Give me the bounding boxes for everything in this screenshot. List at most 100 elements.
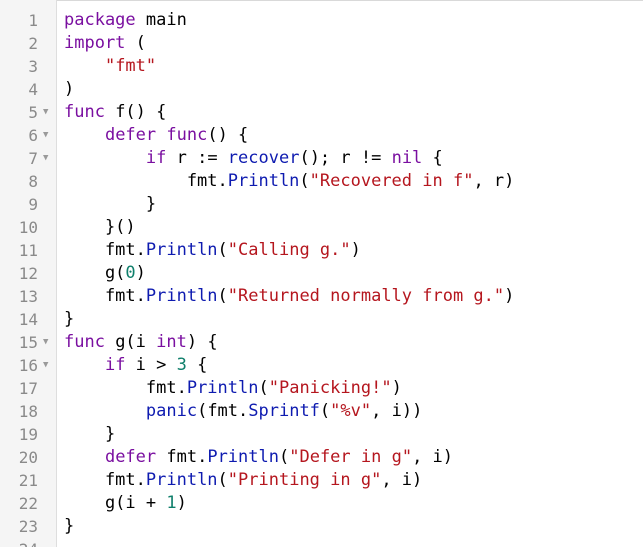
fold-triangle-icon[interactable]: ▼ bbox=[43, 354, 48, 377]
code-token: ) bbox=[504, 286, 515, 306]
code-token: Println bbox=[227, 171, 300, 191]
code-line[interactable]: 22 g(i + 1) bbox=[0, 492, 643, 515]
code-line[interactable]: 16 ▼ if i > 3 { bbox=[0, 354, 643, 377]
code-line[interactable]: 15 ▼ func g(i int) { bbox=[0, 331, 643, 354]
code-token: func bbox=[166, 125, 208, 145]
code-text[interactable]: ) bbox=[64, 78, 74, 101]
code-token: i > bbox=[125, 355, 177, 375]
code-token: } bbox=[64, 194, 157, 214]
code-line[interactable]: 18 panic(fmt.Sprintf("%v", i)) bbox=[0, 400, 643, 423]
code-token: Println bbox=[207, 447, 279, 467]
code-text[interactable]: import ( bbox=[64, 32, 146, 55]
code-text[interactable]: if i > 3 { bbox=[64, 354, 207, 377]
code-token: ) bbox=[135, 263, 146, 283]
code-line[interactable]: 5 ▼ func f() { bbox=[0, 101, 643, 124]
code-token: panic bbox=[145, 401, 198, 421]
code-text[interactable]: package main bbox=[64, 9, 187, 32]
code-line[interactable]: 17 fmt.Println("Panicking!") bbox=[0, 377, 643, 400]
code-token: "Returned normally from g." bbox=[227, 286, 505, 306]
code-line[interactable]: 24 bbox=[0, 538, 643, 547]
code-token: , i) bbox=[412, 447, 454, 467]
code-text[interactable]: panic(fmt.Sprintf("%v", i)) bbox=[64, 400, 422, 423]
code-line[interactable]: 20 defer fmt.Println("Defer in g", i) bbox=[0, 446, 643, 469]
code-text[interactable]: } bbox=[64, 193, 156, 216]
code-text[interactable]: defer func() { bbox=[64, 124, 248, 147]
code-text[interactable]: } bbox=[64, 515, 74, 538]
line-number: 13 bbox=[18, 287, 38, 306]
line-number: 22 bbox=[18, 494, 38, 513]
code-token: Println bbox=[145, 286, 218, 306]
code-text[interactable]: fmt.Println("Calling g.") bbox=[64, 239, 361, 262]
code-text[interactable]: fmt.Println("Recovered in f", r) bbox=[64, 170, 515, 193]
code-line[interactable]: 13 fmt.Println("Returned normally from g… bbox=[0, 285, 643, 308]
code-token: ( bbox=[217, 286, 228, 306]
code-token: ( bbox=[299, 171, 310, 191]
line-number: 19 bbox=[18, 425, 38, 444]
code-token: ( bbox=[217, 240, 228, 260]
code-token: "Recovered in f" bbox=[309, 171, 474, 191]
code-token: ) bbox=[350, 240, 361, 260]
code-text[interactable]: fmt.Println("Returned normally from g.") bbox=[64, 285, 514, 308]
code-token: } bbox=[64, 516, 75, 536]
code-line[interactable]: 7 ▼ if r := recover(); r != nil { bbox=[0, 147, 643, 170]
fold-triangle-icon[interactable]: ▼ bbox=[43, 101, 48, 124]
code-line[interactable]: 6 ▼ defer func() { bbox=[0, 124, 643, 147]
code-token: int bbox=[156, 332, 187, 352]
code-token: ) bbox=[391, 378, 402, 398]
line-number: 8 bbox=[28, 172, 38, 191]
code-line[interactable]: 2 import ( bbox=[0, 32, 643, 55]
line-number: 20 bbox=[18, 448, 38, 467]
code-token: , i)) bbox=[371, 401, 423, 421]
code-text[interactable]: if r := recover(); r != nil { bbox=[64, 147, 443, 170]
code-line[interactable]: 10 }() bbox=[0, 216, 643, 239]
code-text[interactable]: g(i + 1) bbox=[64, 492, 187, 515]
line-number: 6 bbox=[28, 126, 38, 145]
line-number: 17 bbox=[18, 379, 38, 398]
line-number: 18 bbox=[18, 402, 38, 421]
code-line[interactable]: 4) bbox=[0, 78, 643, 101]
code-text[interactable]: func g(i int) { bbox=[64, 331, 218, 354]
code-text[interactable]: g(0) bbox=[64, 262, 146, 285]
code-text[interactable]: fmt.Println("Panicking!") bbox=[64, 377, 402, 400]
code-token: "Panicking!" bbox=[268, 378, 392, 398]
code-token: main bbox=[135, 10, 187, 30]
code-token: defer bbox=[104, 125, 157, 145]
code-token: ( bbox=[125, 33, 146, 53]
code-line[interactable]: 12 g(0) bbox=[0, 262, 643, 285]
code-token: fmt. bbox=[156, 447, 208, 467]
code-line[interactable]: 19 } bbox=[0, 423, 643, 446]
code-line[interactable]: 23} bbox=[0, 515, 643, 538]
fold-triangle-icon[interactable]: ▼ bbox=[43, 147, 48, 170]
code-text[interactable]: }() bbox=[64, 216, 136, 239]
code-text[interactable]: defer fmt.Println("Defer in g", i) bbox=[64, 446, 453, 469]
line-number: 14 bbox=[18, 310, 38, 329]
line-number: 12 bbox=[18, 264, 38, 283]
code-text[interactable]: func f() { bbox=[64, 101, 166, 124]
code-editor[interactable]: 1 package main 2 import (3 "fmt" 4) 5 ▼ func f(… bbox=[0, 0, 643, 547]
line-number: 21 bbox=[18, 471, 38, 490]
fold-triangle-icon[interactable]: ▼ bbox=[43, 124, 48, 147]
code-token: func bbox=[64, 102, 105, 122]
line-number: 5 bbox=[28, 103, 38, 122]
line-number: 10 bbox=[18, 218, 38, 237]
code-text[interactable]: "fmt" bbox=[64, 55, 156, 78]
code-text[interactable]: } bbox=[64, 423, 115, 446]
code-token: fmt. bbox=[64, 378, 187, 398]
code-text[interactable]: fmt.Println("Printing in g", i) bbox=[64, 469, 422, 492]
fold-triangle-icon[interactable]: ▼ bbox=[43, 331, 48, 354]
code-line[interactable]: 9 } bbox=[0, 193, 643, 216]
code-line[interactable]: 11 fmt.Println("Calling g.") bbox=[0, 239, 643, 262]
code-text[interactable]: } bbox=[64, 308, 74, 331]
code-line[interactable]: 14} bbox=[0, 308, 643, 331]
code-line[interactable]: 1 package main bbox=[0, 9, 643, 32]
code-line[interactable]: 3 "fmt" bbox=[0, 55, 643, 78]
code-token: { bbox=[422, 148, 443, 168]
code-token: ( bbox=[278, 447, 290, 467]
code-line[interactable]: 21 fmt.Println("Printing in g", i) bbox=[0, 469, 643, 492]
code-token: ) { bbox=[186, 332, 218, 352]
line-number: 15 bbox=[18, 333, 38, 352]
code-line[interactable]: 8 fmt.Println("Recovered in f", r) bbox=[0, 170, 643, 193]
